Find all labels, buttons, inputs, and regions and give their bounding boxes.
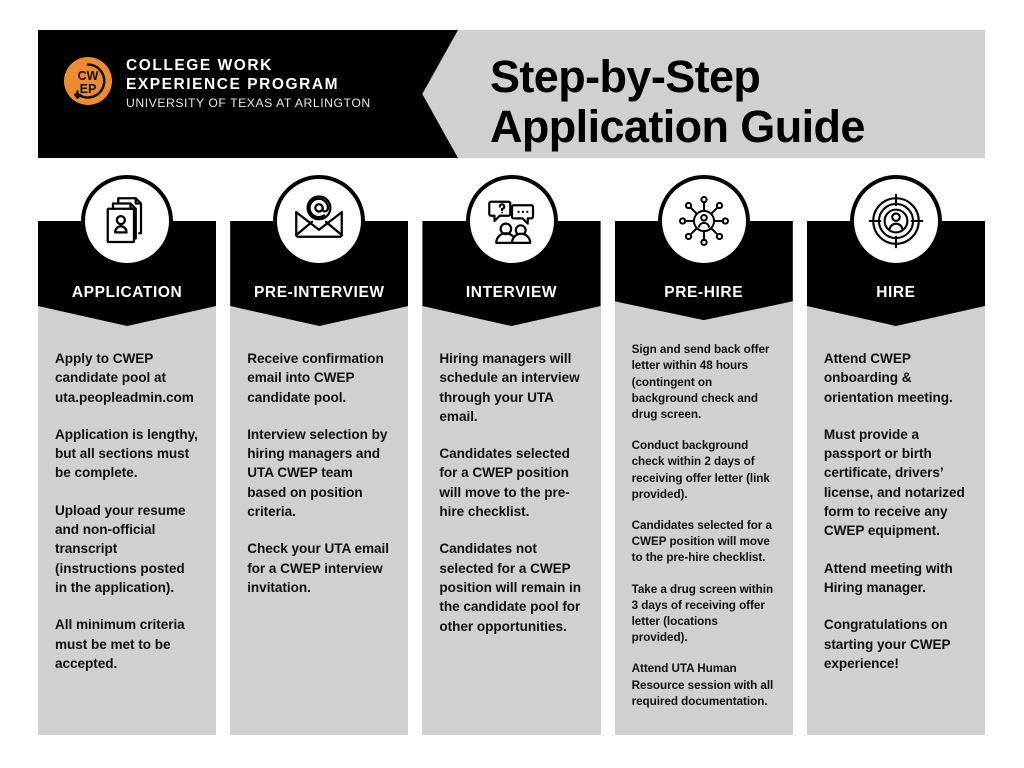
step-column-interview: INTERVIEW Hiring managers will schedule … [422,175,601,735]
infographic-page: CW EP COLLEGE WORK EXPERIENCE PROGRAM UN… [0,0,1024,768]
envelope-at-icon [273,175,366,267]
brand-text: COLLEGE WORK EXPERIENCE PROGRAM UNIVERSI… [126,56,371,112]
step-column-pre-interview: PRE-INTERVIEW Receive confirmation email… [230,175,409,735]
brand-line-2: EXPERIENCE PROGRAM [126,75,340,93]
svg-text:CW: CW [78,69,99,83]
page-title-line-1: Step-by-Step [490,51,761,102]
step-paragraph: Take a drug screen within 3 days of rece… [631,582,774,645]
speech-bubbles-people-icon [465,175,558,267]
step-label: INTERVIEW [465,284,558,301]
step-paragraph: Candidates not selected for a CWEP posit… [439,541,582,634]
cwep-logo-icon: CW EP [63,56,113,106]
step-column-application: APPLICATION Apply to CWEP candidate pool… [38,175,217,735]
step-paragraph: Attend meeting with Hiring manager. [823,560,953,595]
step-label: PRE-HIRE [664,284,744,301]
step-label: APPLICATION [71,284,183,301]
step-body-interview: Hiring managers will schedule an intervi… [422,306,601,735]
brand-line-1: COLLEGE WORK [126,57,273,74]
page-title: Step-by-Step Application Guide [490,52,865,152]
step-paragraph: All minimum criteria must be met to be a… [55,617,185,671]
step-label: HIRE [876,284,916,301]
step-paragraph: Attend CWEP onboarding & orientation mee… [823,351,953,405]
step-paragraph: Hiring managers will schedule an intervi… [439,351,580,424]
step-paragraph: Receive confirmation email into CWEP can… [247,351,384,405]
brand-lockup: CW EP COLLEGE WORK EXPERIENCE PROGRAM UN… [63,56,371,112]
brand-line-3: UNIVERSITY OF TEXAS AT ARLINGTON [126,96,371,110]
steps-container: APPLICATION Apply to CWEP candidate pool… [38,175,986,735]
step-paragraph: Interview selection by hiring managers a… [247,426,388,520]
step-paragraph: Apply to CWEP candidate pool at uta.peop… [55,351,194,405]
step-paragraph: Must provide a passport or birth certifi… [823,426,965,539]
step-paragraph: Candidates selected for a CWEP position … [439,446,570,520]
step-body-pre-interview: Receive confirmation email into CWEP can… [230,306,409,735]
step-paragraph: Congratulations on starting your CWEP ex… [823,617,951,671]
step-body-hire: Attend CWEP onboarding & orientation mee… [806,306,986,735]
svg-text:EP: EP [80,82,97,96]
documents-person-icon [81,175,174,267]
network-person-icon [657,175,750,267]
step-paragraph: Upload your resume and non-official tran… [55,502,186,595]
step-paragraph: Candidates selected for a CWEP position … [631,518,772,565]
step-label: PRE-INTERVIEW [253,284,385,301]
step-paragraph: Attend UTA Human Resource session with a… [631,662,774,708]
step-column-pre-hire: PRE-HIRE Sign and send back offer letter… [614,175,793,735]
step-paragraph: Check your UTA email for a CWEP intervie… [247,541,389,595]
step-column-hire: HIRE Attend CWEP onboarding & orientatio… [806,175,986,735]
step-body-pre-hire: Sign and send back offer letter within 4… [614,300,793,735]
step-paragraph: Application is lengthy, but all sections… [55,426,198,481]
step-paragraph: Sign and send back offer letter within 4… [631,343,770,421]
header-banner: CW EP COLLEGE WORK EXPERIENCE PROGRAM UN… [38,30,985,158]
step-paragraph: Conduct background check within 2 days o… [631,439,770,501]
page-title-line-2: Application Guide [490,101,865,152]
target-person-icon [849,175,942,267]
step-body-application: Apply to CWEP candidate pool at uta.peop… [38,306,217,735]
